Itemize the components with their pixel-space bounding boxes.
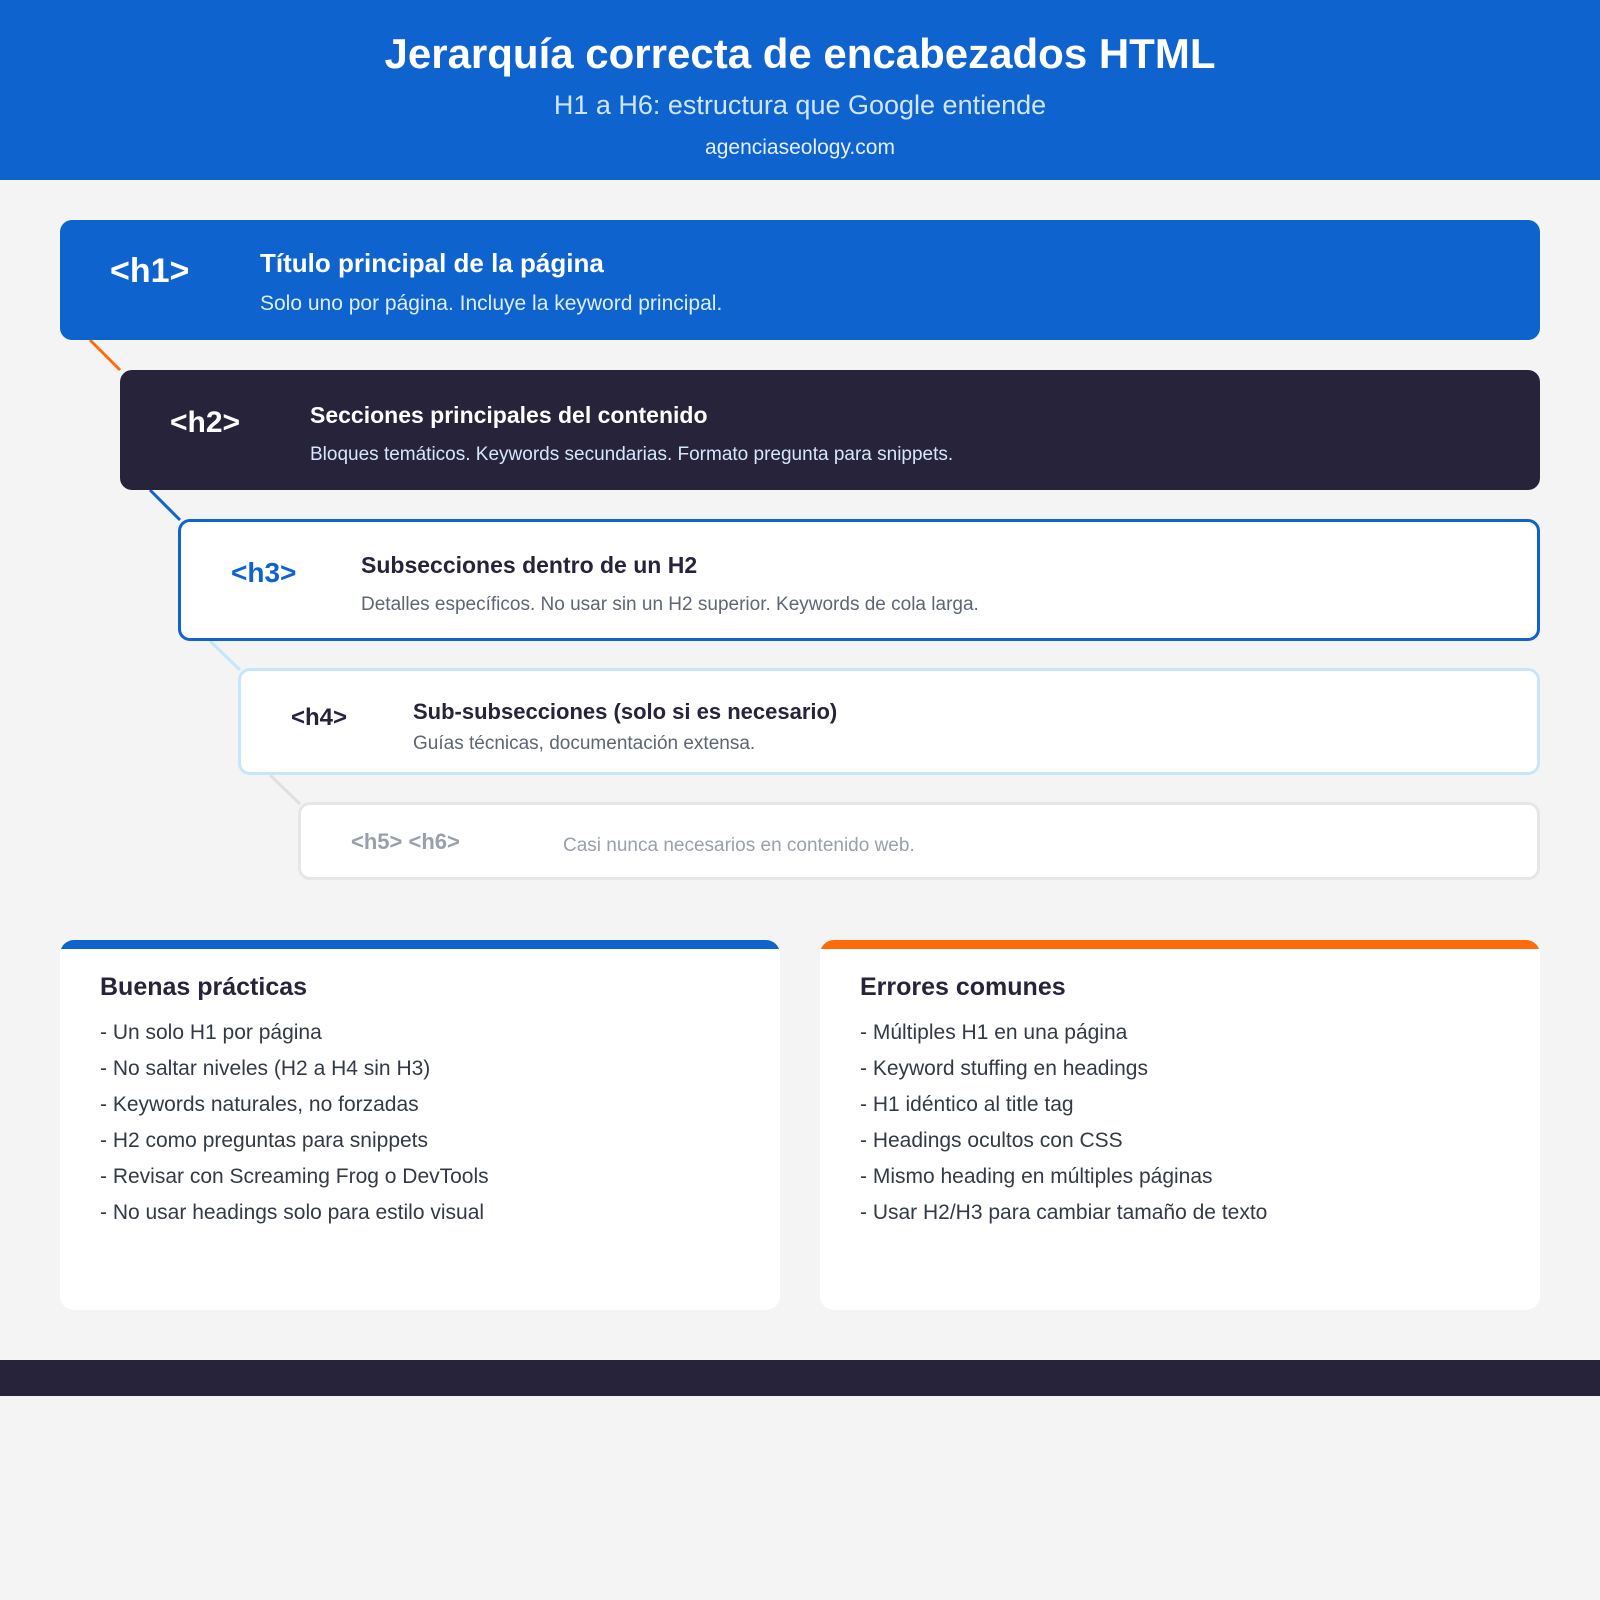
h2-description: Bloques temáticos. Keywords secundarias.…	[310, 444, 954, 465]
good-practices-list: - Un solo H1 por página - No saltar nive…	[100, 1015, 489, 1231]
list-item: - No usar headings solo para estilo visu…	[100, 1201, 485, 1224]
heading-level-h5-h6: <h5> <h6> Casi nunca necesarios en conte…	[298, 802, 1540, 880]
h4-description: Guías técnicas, documentación extensa.	[413, 733, 756, 754]
common-errors-accent-bar	[820, 940, 1540, 949]
list-item: - Revisar con Screaming Frog o DevTools	[100, 1165, 489, 1188]
site-url: agenciaseology.com	[705, 136, 895, 159]
h4-tag-label: <h4>	[291, 704, 348, 731]
good-practices-accent-bar	[60, 940, 780, 949]
h3-tag-label: <h3>	[231, 557, 297, 588]
h2-title: Secciones principales del contenido	[310, 402, 708, 428]
h3-description: Detalles específicos. No usar sin un H2 …	[361, 594, 979, 615]
h3-title: Subsecciones dentro de un H2	[361, 552, 698, 578]
heading-level-h3: <h3> Subsecciones dentro de un H2 Detall…	[178, 519, 1540, 641]
common-errors-title: Errores comunes	[860, 973, 1066, 1001]
common-errors-card: Errores comunes - Múltiples H1 en una pá…	[820, 940, 1540, 1310]
good-practices-title: Buenas prácticas	[100, 973, 308, 1001]
heading-level-h1: <h1> Título principal de la página Solo …	[60, 220, 1540, 340]
connector-h4-h5	[268, 773, 302, 806]
common-errors-list: - Múltiples H1 en una página - Keyword s…	[860, 1015, 1267, 1231]
list-item: - Múltiples H1 en una página	[860, 1021, 1128, 1044]
h1-title: Título principal de la página	[260, 248, 604, 278]
connector-h3-h4	[208, 639, 242, 672]
h5-h6-tag-label: <h5> <h6>	[351, 829, 460, 854]
header-banner: Jerarquía correcta de encabezados HTML H…	[0, 0, 1600, 180]
h4-title: Sub-subsecciones (solo si es necesario)	[413, 699, 838, 724]
h1-description: Solo uno por página. Incluye la keyword …	[260, 292, 723, 315]
list-item: - Usar H2/H3 para cambiar tamaño de text…	[860, 1201, 1268, 1224]
h2-tag-label: <h2>	[170, 406, 241, 439]
list-item: - Mismo heading en múltiples páginas	[860, 1165, 1213, 1188]
list-item: - Un solo H1 por página	[100, 1021, 322, 1044]
footer-bar	[0, 1360, 1600, 1396]
heading-level-h4: <h4> Sub-subsecciones (solo si es necesa…	[238, 668, 1540, 775]
list-item: - H2 como preguntas para snippets	[100, 1129, 429, 1152]
list-item: - Headings ocultos con CSS	[860, 1129, 1123, 1152]
list-item: - Keywords naturales, no forzadas	[100, 1093, 419, 1116]
heading-level-h2: <h2> Secciones principales del contenido…	[120, 370, 1540, 490]
list-item: - No saltar niveles (H2 a H4 sin H3)	[100, 1057, 431, 1080]
page-subtitle: H1 a H6: estructura que Google entiende	[553, 90, 1047, 120]
page-title: Jerarquía correcta de encabezados HTML	[384, 30, 1216, 77]
h1-tag-label: <h1>	[110, 252, 190, 290]
h5-h6-description: Casi nunca necesarios en contenido web.	[563, 835, 915, 856]
list-item: - H1 idéntico al title tag	[860, 1093, 1074, 1116]
good-practices-card: Buenas prácticas - Un solo H1 por página…	[60, 940, 780, 1310]
connector-h1-h2	[88, 338, 122, 372]
connector-h2-h3	[148, 488, 182, 522]
list-item: - Keyword stuffing en headings	[860, 1057, 1148, 1080]
